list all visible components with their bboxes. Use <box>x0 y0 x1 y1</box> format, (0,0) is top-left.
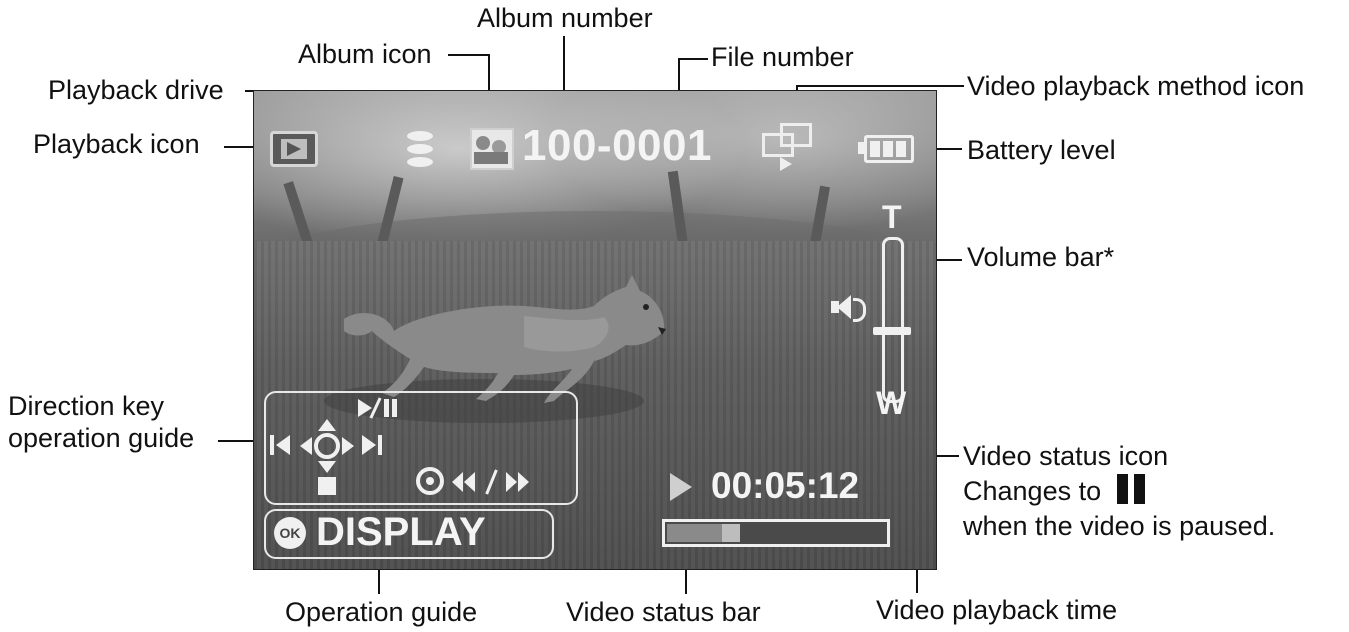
label-video-status-bar: Video status bar <box>566 597 761 627</box>
album-file-number: 100-0001 <box>522 121 712 170</box>
playback-drive-icon <box>407 131 433 169</box>
pause-icon <box>1116 474 1149 504</box>
rewind-forward-icon <box>452 469 562 495</box>
video-status-bar-position <box>722 524 740 542</box>
label-album-icon: Album icon <box>298 39 432 69</box>
label-file-number: File number <box>711 42 854 72</box>
label-video-status-note-2: when the video is paused. <box>963 511 1276 541</box>
volume-bar-knob[interactable] <box>873 327 911 335</box>
label-video-status-note-before: Changes to <box>963 476 1102 506</box>
volume-bar[interactable] <box>873 237 911 403</box>
label-video-status-icon: Video status icon <box>963 441 1169 471</box>
stop-icon <box>318 477 336 495</box>
battery-icon <box>858 135 914 163</box>
leader-method-h <box>796 85 964 87</box>
video-status-bar-fill <box>667 524 724 542</box>
label-video-playback-time: Video playback time <box>876 595 1118 625</box>
label-playback-drive: Playback drive <box>48 75 224 105</box>
skip-back-icon <box>270 433 294 457</box>
label-playback-icon: Playback icon <box>33 129 200 159</box>
label-video-status-note-1: Changes to <box>963 474 1149 507</box>
label-battery-level: Battery level <box>967 135 1116 165</box>
speaker-icon <box>831 295 867 322</box>
direction-pad-icon <box>300 419 354 473</box>
play-pause-icon <box>358 397 408 419</box>
video-playback-time: 00:05:12 <box>711 465 860 506</box>
operation-guide: OK DISPLAY <box>264 509 554 559</box>
leader-file-number-h <box>678 58 708 60</box>
label-album-number: Album number <box>477 3 653 33</box>
label-direction-key-guide: Direction key operation guide <box>8 391 195 453</box>
direction-key-guide <box>264 391 578 505</box>
video-status-play-icon <box>670 473 692 501</box>
video-status-bar <box>662 519 890 547</box>
label-video-playback-method-icon: Video playback method icon <box>967 71 1305 101</box>
display-label: DISPLAY <box>316 510 486 554</box>
volume-min-label: W <box>876 385 907 421</box>
video-playback-method-icon <box>762 121 812 171</box>
album-icon <box>470 128 514 170</box>
volume-max-label: T <box>882 199 902 235</box>
ok-button-icon: OK <box>274 517 306 549</box>
dial-icon <box>416 467 444 495</box>
skip-forward-icon <box>360 433 384 457</box>
label-volume-bar: Volume bar* <box>967 242 1115 272</box>
ok-label: OK <box>279 525 301 541</box>
leader-album-icon-h <box>448 54 490 56</box>
playback-icon <box>270 131 318 167</box>
label-operation-guide: Operation guide <box>285 597 478 627</box>
playback-screen: 100-0001 T W OK DISPLAY 00:05:12 <box>253 90 937 570</box>
